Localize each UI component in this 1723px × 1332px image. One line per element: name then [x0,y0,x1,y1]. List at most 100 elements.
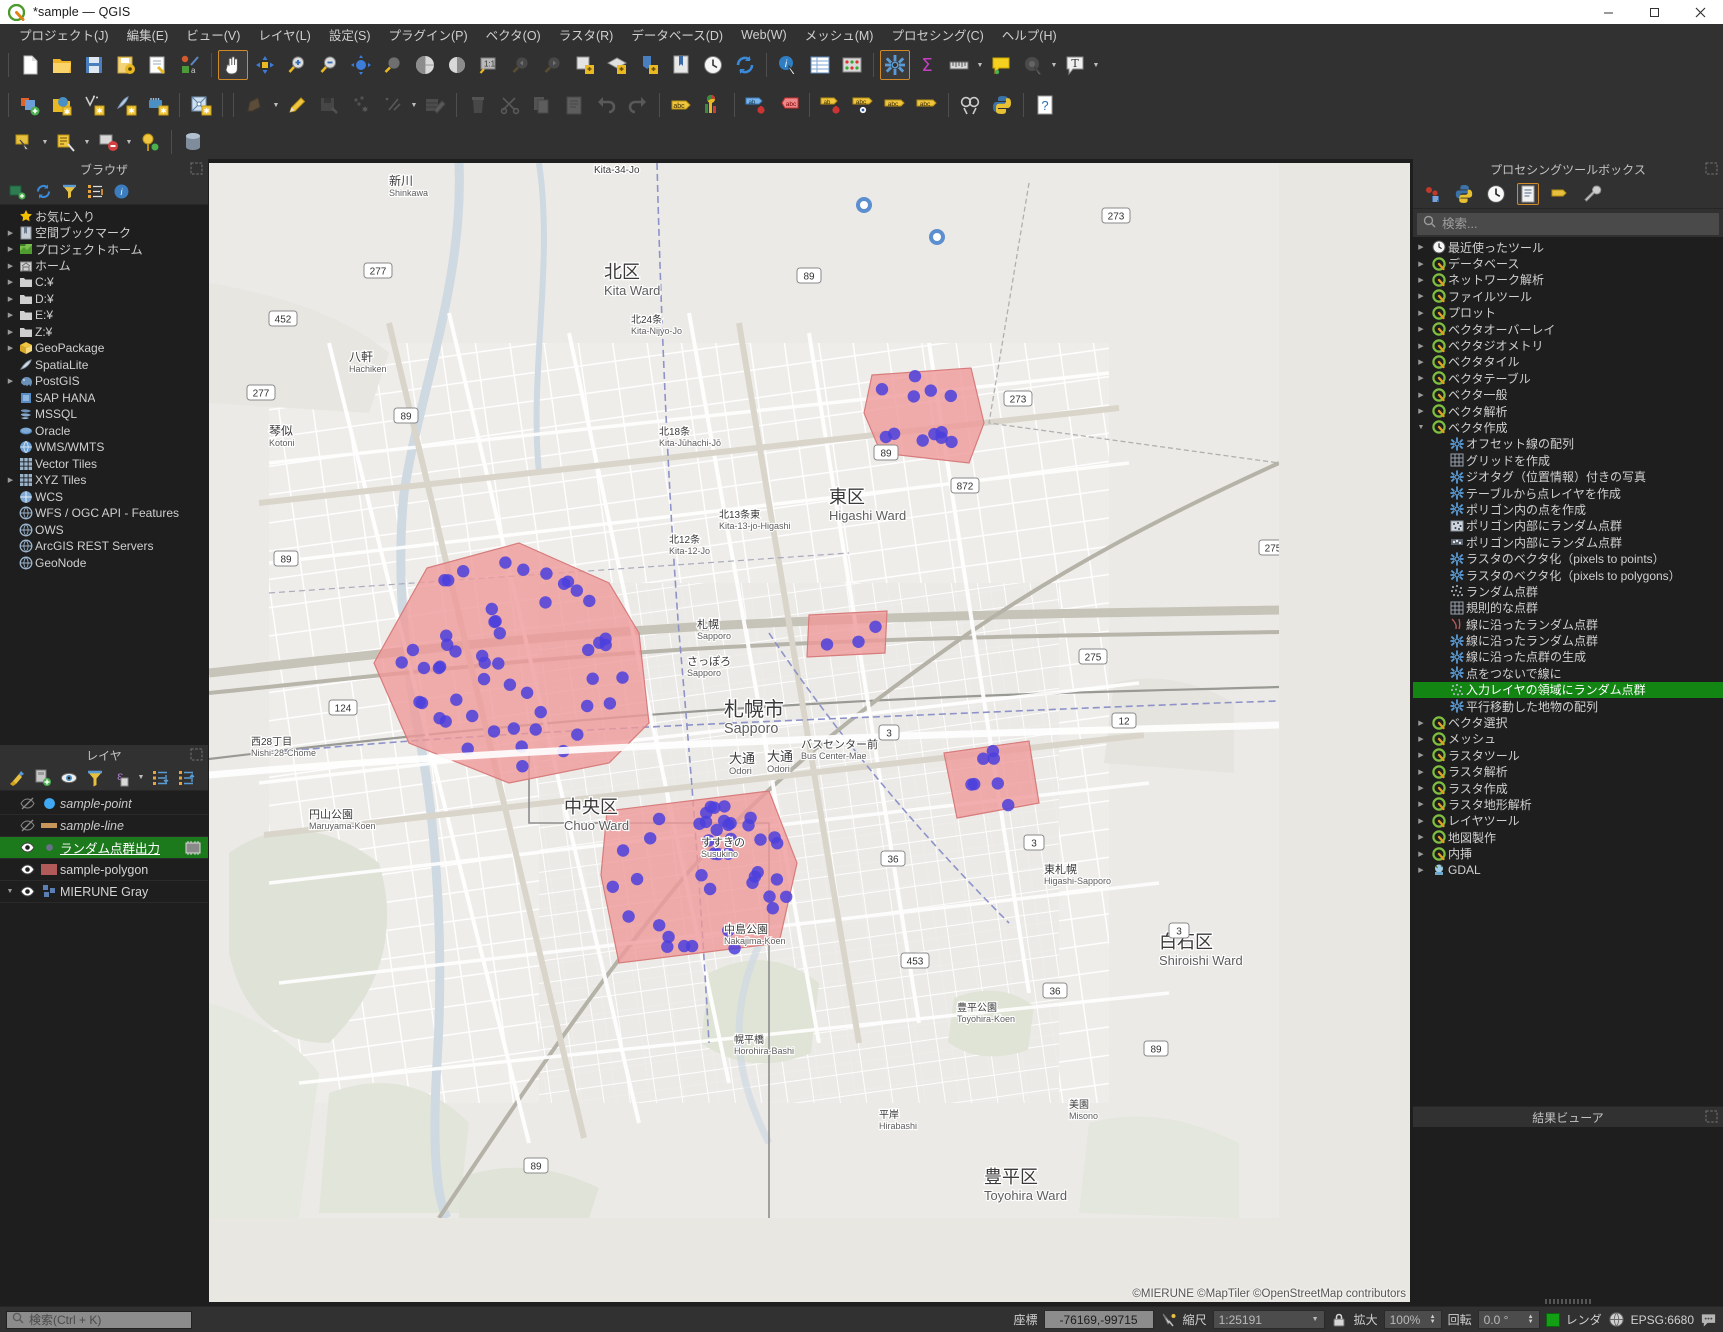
new-map-view-icon[interactable] [570,50,600,80]
new-project-icon[interactable] [15,50,45,80]
browser-item[interactable]: ▶ C:¥ [0,274,208,291]
processing-item[interactable]: ▶ ファイルツール [1413,288,1723,304]
menu-item-web[interactable]: Web(W) [732,26,796,44]
crs-value[interactable]: EPSG:6680 [1631,1313,1694,1327]
select-by-location-icon[interactable] [135,127,165,157]
save-project-as-icon[interactable] [111,50,141,80]
deselect-features-icon[interactable] [93,127,123,157]
chevron-right-icon[interactable]: ▶ [1413,833,1429,841]
chevron-right-icon[interactable]: ▶ [4,229,17,237]
chevron-right-icon[interactable]: ▶ [4,245,17,253]
resize-grip[interactable] [1545,1299,1591,1304]
zoom-previous-icon[interactable] [506,50,536,80]
processing-item[interactable]: ▶ GDAL [1413,862,1723,878]
db-manager-icon[interactable] [178,127,208,157]
zoom-native-icon[interactable] [442,50,472,80]
expand-all-icon[interactable] [150,767,172,789]
browser-item[interactable]: MSSQL [0,406,208,423]
browser-item[interactable]: ▶ E:¥ [0,307,208,324]
paste-features-icon[interactable] [559,90,589,120]
browser-item[interactable]: WCS [0,489,208,506]
chevron-down-icon[interactable]: ▼ [975,50,985,80]
select-features-by-area-icon[interactable] [9,127,39,157]
chevron-right-icon[interactable]: ▶ [1413,850,1429,858]
crs-globe-icon[interactable] [1608,1311,1625,1328]
processing-item[interactable]: ▶ ベクタ解析 [1413,403,1723,419]
menu-item-settings[interactable]: 設定(S) [320,23,380,46]
add-group-icon[interactable] [32,767,54,789]
processing-item[interactable]: ▶ 地図製作 [1413,829,1723,845]
chevron-down-icon[interactable]: ▼ [1413,424,1429,431]
add-delimited-text-layer-icon[interactable] [79,90,109,120]
chevron-right-icon[interactable]: ▶ [1413,342,1429,350]
change-label-icon[interactable]: abc [880,90,910,120]
pin-labels-icon[interactable]: ab [741,90,771,120]
minimize-button[interactable] [1585,0,1631,24]
chevron-right-icon[interactable]: ▶ [4,311,17,319]
spinner-arrows-icon[interactable]: ▲ ▼ [1528,1314,1534,1325]
layer-item[interactable]: sample-point [0,793,208,815]
filter-browser-icon[interactable] [58,181,80,203]
layer-visible-icon[interactable] [16,862,38,877]
menu-item-layer[interactable]: レイヤ(L) [249,23,319,46]
browser-item[interactable]: WFS / OGC API - Features [0,505,208,522]
render-checkbox[interactable] [1545,1312,1560,1327]
chevron-right-icon[interactable]: ▶ [1413,260,1429,268]
results-icon[interactable] [1517,182,1539,205]
chevron-right-icon[interactable]: ▶ [4,262,17,270]
chevron-right-icon[interactable]: ▶ [1413,751,1429,759]
browser-item[interactable]: ▶ XYZ Tiles [0,472,208,489]
vertex-tool-icon[interactable] [378,90,408,120]
menu-item-help[interactable]: ヘルプ(H) [993,23,1066,46]
processing-item[interactable]: ▶ データベース [1413,255,1723,271]
processing-item[interactable]: ジオタグ（位置情報）付きの写真 [1413,468,1723,484]
processing-item[interactable]: ▶ ラスタ地形解析 [1413,796,1723,812]
menu-item-project[interactable]: プロジェクト(J) [10,23,118,46]
browser-item[interactable]: ▶ D:¥ [0,291,208,308]
processing-item[interactable]: ▶ ベクタテーブル [1413,370,1723,386]
save-layer-edits-icon[interactable] [314,90,344,120]
open-data-source-manager-icon[interactable] [15,90,45,120]
chevron-right-icon[interactable]: ▶ [1413,276,1429,284]
models-icon[interactable] [1549,183,1571,205]
processing-item[interactable]: ▼ ベクタ作成 [1413,419,1723,435]
chevron-down-icon[interactable]: ▼ [124,127,134,157]
chevron-down-icon[interactable]: ▼ [271,90,281,120]
layer-item[interactable]: ▼ MIERUNE Gray [0,881,208,903]
delete-selected-icon[interactable] [463,90,493,120]
menu-item-raster[interactable]: ラスタ(R) [550,23,623,46]
processing-item[interactable]: ラスタのベクタ化（pixels to polygons） [1413,567,1723,583]
browser-item[interactable]: ▶ プロジェクトホーム [0,241,208,258]
toggle-extents-icon[interactable] [1160,1311,1177,1328]
menu-item-mesh[interactable]: メッシュ(M) [796,23,883,46]
menu-item-processing[interactable]: プロセシング(C) [882,23,992,46]
manage-map-themes-icon[interactable] [58,767,80,789]
float-panel-icon[interactable] [190,748,203,761]
rotation-spinbox[interactable]: 0.0 ° ▲ ▼ [1477,1310,1540,1329]
chevron-right-icon[interactable]: ▶ [1413,374,1429,382]
browser-item[interactable]: ArcGIS REST Servers [0,538,208,555]
properties-info-icon[interactable]: i [110,181,132,203]
processing-item[interactable]: グリッドを作成 [1413,452,1723,468]
chevron-down-icon[interactable]: ▼ [82,127,92,157]
copy-features-icon[interactable] [527,90,557,120]
chevron-right-icon[interactable]: ▶ [4,328,17,336]
add-postgis-layer-icon[interactable] [143,90,173,120]
float-panel-icon[interactable] [190,162,203,175]
layer-hidden-icon[interactable] [16,796,38,811]
float-panel-icon[interactable] [1705,1110,1718,1123]
zoom-to-selection-icon[interactable] [378,50,408,80]
locator-search-input[interactable]: 検索(Ctrl + K) [6,1310,192,1329]
filter-legend-expression-icon[interactable]: ε [110,767,132,789]
add-spatialite-layer-icon[interactable] [111,90,141,120]
spinner-arrows-icon[interactable]: ▲ ▼ [1430,1314,1436,1325]
magnifier-spinbox[interactable]: 100% ▲ ▼ [1383,1310,1442,1329]
chevron-down-icon[interactable]: ▼ [1049,50,1059,80]
undo-icon[interactable] [591,90,621,120]
menu-item-edit[interactable]: 編集(E) [118,23,178,46]
layer-visible-icon[interactable] [16,884,38,899]
processing-item[interactable]: ▶ ネットワーク解析 [1413,272,1723,288]
rotate-label-icon[interactable]: abc [848,90,878,120]
chevron-down-icon[interactable]: ▼ [40,127,50,157]
zoom-in-icon[interactable] [282,50,312,80]
